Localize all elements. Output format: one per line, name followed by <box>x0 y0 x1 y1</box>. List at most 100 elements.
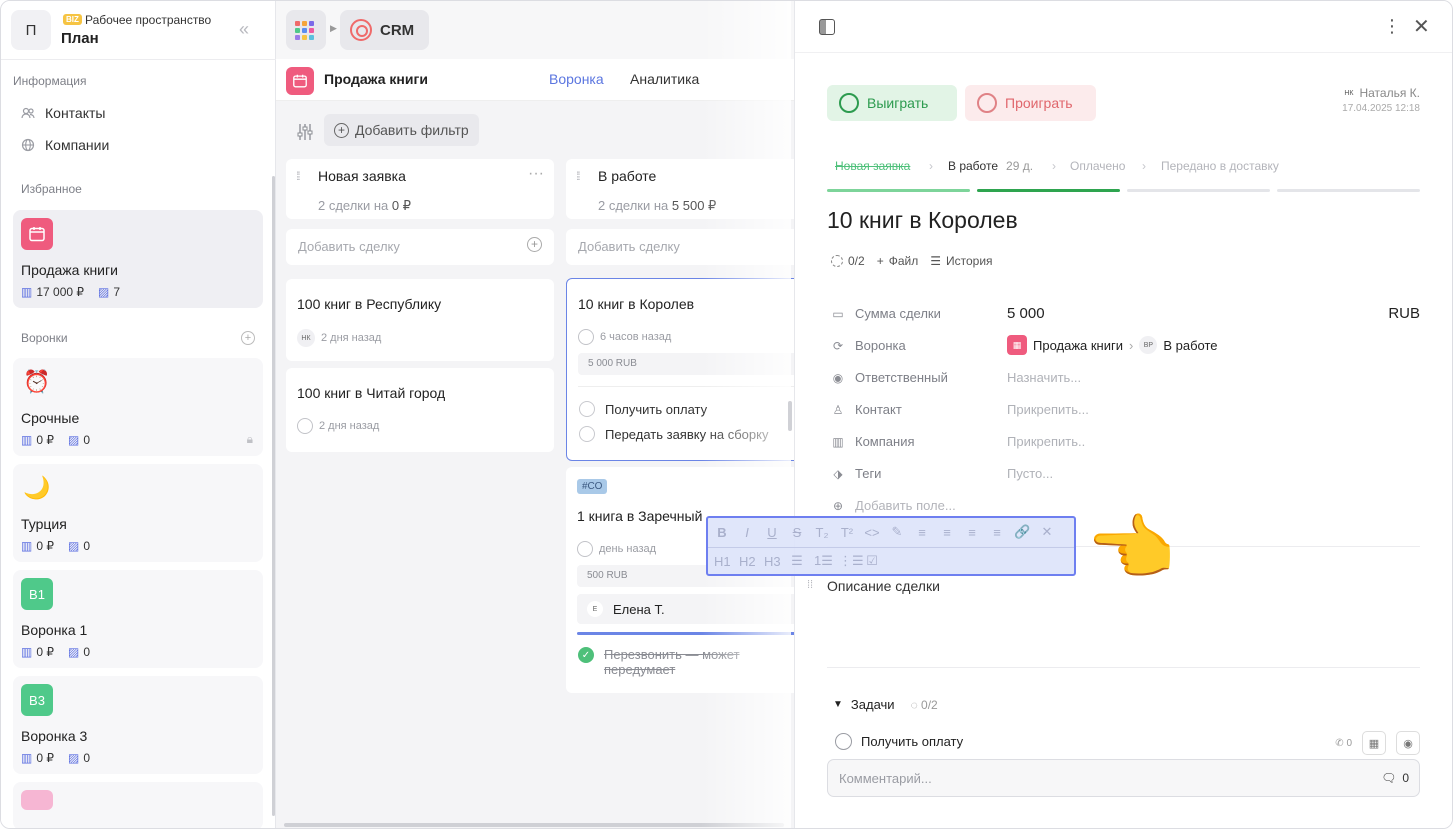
strikethrough-icon[interactable]: S <box>789 525 805 540</box>
assignee-button[interactable]: ◉ <box>1396 731 1420 755</box>
funnel-name: Воронка 1 <box>21 622 88 638</box>
deal-contact[interactable]: Е Елена Т. <box>577 594 825 624</box>
apps-button[interactable] <box>286 10 326 50</box>
tab-analytics[interactable]: Аналитика <box>630 71 699 87</box>
add-filter-button[interactable]: + Добавить фильтр <box>324 114 479 146</box>
funnel-value[interactable]: ▦ Продажа книги › ВР В работе <box>1007 335 1218 355</box>
resize-handle[interactable] <box>788 401 792 431</box>
sidebar-toggle-icon[interactable] <box>819 19 835 35</box>
funnel-card[interactable] <box>13 782 263 828</box>
heading-1-icon[interactable]: H1 <box>714 554 731 569</box>
lose-button[interactable]: Проиграть <box>965 85 1096 121</box>
numbered-list-icon[interactable]: 1☰ <box>814 553 833 569</box>
field-sum: ▭ Сумма сделки <box>832 306 941 321</box>
tasks-header[interactable]: ▼ Задачи ◌ 0/2 <box>833 697 938 712</box>
crm-app-button[interactable]: CRM <box>340 10 429 50</box>
more-icon[interactable]: ··· <box>528 165 544 183</box>
currency-value[interactable]: RUB <box>1388 305 1420 322</box>
column-title: В работе <box>598 168 657 184</box>
task-item[interactable]: Передать заявку на сборку <box>579 426 768 442</box>
sliders-icon[interactable] <box>288 117 322 147</box>
funnel-card[interactable]: 🌙 Турция ▥ 0 ₽ ▨ 0 <box>13 464 263 562</box>
deal-card[interactable]: 100 книг в Республику НК 2 дня назад <box>286 279 554 361</box>
task-done-icon[interactable]: ✓ <box>578 647 594 663</box>
board-scrollbar[interactable] <box>284 823 784 827</box>
stage-item[interactable]: Оплачено <box>1070 159 1125 173</box>
align-justify-icon[interactable]: ≡ <box>989 525 1005 540</box>
wallet-icon: ▭ <box>832 306 844 321</box>
funnel-card[interactable]: ⏰ Срочные ▥ 0 ₽ ▨ 0 🔒︎ <box>13 358 263 456</box>
description-editor[interactable]: Описание сделки <box>827 578 940 594</box>
funnel-card[interactable]: В1 Воронка 1 ▥ 0 ₽ ▨ 0 <box>13 570 263 668</box>
stage-item[interactable]: Передано в доставку <box>1161 159 1279 173</box>
tags-value[interactable]: Пусто... <box>1007 466 1053 481</box>
sidebar-scrollbar[interactable] <box>272 176 275 816</box>
column-title: Новая заявка <box>318 168 406 184</box>
sum-value[interactable]: 5 000 <box>1007 305 1045 322</box>
checklist-icon[interactable]: ☑ <box>864 553 880 569</box>
fav-count: ▨ 7 <box>98 285 121 299</box>
add-field-button[interactable]: ⊕ Добавить поле... <box>831 498 956 513</box>
link-icon[interactable]: 🔗 <box>1014 524 1030 540</box>
deal-card[interactable]: 100 книг в Читай город 2 дня назад <box>286 368 554 452</box>
deal-panel: ⋮ ✕ Выиграть Проиграть НК Наталья К. 17.0… <box>794 1 1452 828</box>
heading-3-icon[interactable]: H3 <box>764 554 781 569</box>
task-item[interactable]: Получить оплату <box>835 733 963 750</box>
add-deal-button[interactable]: Добавить сделку + <box>286 229 554 265</box>
file-button[interactable]: + Файл <box>877 254 919 268</box>
funnel-card[interactable]: В3 Воронка 3 ▥ 0 ₽ ▨ 0 <box>13 676 263 774</box>
field-tags: ⬗ Теги <box>831 466 881 481</box>
clear-format-icon[interactable]: ✕ <box>1039 524 1055 540</box>
align-left-icon[interactable]: ≡ <box>914 525 930 540</box>
tab-funnel[interactable]: Воронка <box>549 71 604 87</box>
task-check-icon[interactable] <box>579 426 595 442</box>
superscript-icon[interactable]: T² <box>839 525 855 540</box>
task-item[interactable]: ✓ Перезвонить — может передумает <box>578 647 804 677</box>
drag-handle-icon[interactable]: ⁞⁞ <box>576 169 580 183</box>
owner-value[interactable]: Назначить... <box>1007 370 1081 385</box>
drag-handle-icon[interactable]: ⁞⁞ <box>296 169 300 183</box>
bullet-list-icon[interactable]: ☰ <box>789 553 805 569</box>
task-check-icon[interactable] <box>579 401 595 417</box>
nav-companies[interactable]: Компании <box>21 137 109 153</box>
task-check-icon[interactable] <box>835 733 852 750</box>
fav-pipeline-card[interactable]: Продажа книги ▥ 17 000 ₽ ▨ 7 <box>13 210 263 308</box>
contact-value[interactable]: Прикрепить... <box>1007 402 1089 417</box>
nav-contacts[interactable]: Контакты <box>21 105 105 121</box>
clock-icon <box>577 541 593 557</box>
workspace-avatar[interactable]: П <box>11 10 51 50</box>
drag-handle-icon[interactable]: ⁞⁞ <box>807 579 813 591</box>
subscript-icon[interactable]: T₂ <box>814 525 830 540</box>
company-value[interactable]: Прикрепить.. <box>1007 434 1085 449</box>
align-right-icon[interactable]: ≡ <box>964 525 980 540</box>
italic-icon[interactable]: I <box>739 525 755 540</box>
align-center-icon[interactable]: ≡ <box>939 525 955 540</box>
nav-contacts-label: Контакты <box>45 105 106 121</box>
cards-icon: ▨ <box>68 433 80 447</box>
list-icon: ☰ <box>930 254 941 268</box>
win-button[interactable]: Выиграть <box>827 85 957 121</box>
heading-2-icon[interactable]: H2 <box>739 554 756 569</box>
history-button[interactable]: ☰ История <box>930 254 992 268</box>
bold-icon[interactable]: B <box>714 525 730 540</box>
calendar-button[interactable]: ▦ <box>1362 731 1386 755</box>
stage-item-current[interactable]: В работе 29 д. <box>948 159 1033 173</box>
created-date: 17.04.2025 12:18 <box>1342 103 1420 114</box>
highlight-icon[interactable]: ✎ <box>889 524 905 540</box>
add-filter-label: Добавить фильтр <box>355 122 469 138</box>
contacts-icon <box>21 106 35 120</box>
more-vertical-icon[interactable]: ⋮ <box>1383 16 1401 37</box>
comment-input[interactable]: Комментарий... 🗨︎ 0 <box>827 759 1420 797</box>
funnel-amount: ▥ 0 ₽ <box>21 539 54 553</box>
workspace-header[interactable]: П BIZ Рабочее пространство План « <box>1 1 276 60</box>
column-header[interactable]: ⁞⁞ Новая заявка ··· 2 сделки на 0 ₽ <box>286 159 554 219</box>
task-item[interactable]: Получить оплату <box>579 401 707 417</box>
indent-list-icon[interactable]: ⋮☰ <box>839 553 864 569</box>
stage-item[interactable]: Новая заявка <box>835 159 910 173</box>
add-funnel-icon[interactable]: + <box>241 331 255 345</box>
underline-icon[interactable]: U <box>764 525 780 540</box>
code-icon[interactable]: <> <box>864 525 880 540</box>
deal-title[interactable]: 10 книг в Королев <box>827 207 1018 234</box>
collapse-sidebar-icon[interactable]: « <box>239 19 249 40</box>
close-icon[interactable]: ✕ <box>1413 14 1430 39</box>
